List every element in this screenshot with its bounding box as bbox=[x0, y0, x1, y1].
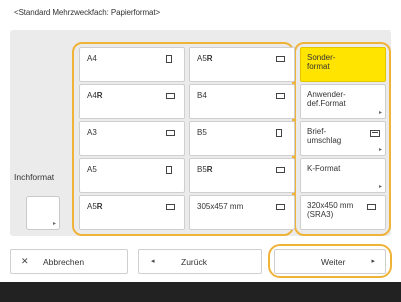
paper-size-label: A5 bbox=[87, 165, 97, 174]
cancel-button[interactable]: ✕ Abbrechen bbox=[10, 249, 128, 274]
special-format-label: Brief- umschlag bbox=[307, 127, 342, 145]
special-format-button[interactable]: K-Format ▸ bbox=[300, 158, 386, 193]
paper-size-label: B5 bbox=[197, 128, 207, 137]
paper-size-button[interactable]: A4 bbox=[79, 47, 185, 82]
paper-size-label: A3 bbox=[87, 128, 97, 137]
next-label: Weiter bbox=[321, 257, 346, 267]
special-format-button[interactable]: Brief- umschlag ▸ bbox=[300, 121, 386, 156]
paper-size-label: A5R bbox=[197, 54, 213, 63]
back-label: Zurück bbox=[181, 257, 207, 267]
page-title: <Standard Mehrzweckfach: Papierformat> bbox=[14, 8, 161, 17]
landscape-page-icon bbox=[166, 130, 175, 136]
back-button[interactable]: ◂ Zurück bbox=[138, 249, 262, 274]
special-format-button[interactable]: 320x450 mm (SRA3) bbox=[300, 195, 386, 230]
paper-size-button[interactable]: B5R bbox=[189, 158, 295, 193]
cancel-label: Abbrechen bbox=[43, 257, 85, 267]
special-format-label: Anwender- def.Format bbox=[307, 90, 346, 108]
envelope-icon bbox=[370, 130, 380, 137]
paper-size-label: 305x457 mm bbox=[197, 202, 244, 211]
paper-size-label: A5R bbox=[87, 202, 103, 211]
paper-size-button[interactable]: B4 bbox=[189, 84, 295, 119]
landscape-page-icon bbox=[276, 204, 285, 210]
status-bar bbox=[0, 282, 401, 302]
arrow-left-icon: ◂ bbox=[151, 258, 155, 265]
paper-size-button[interactable]: A5R bbox=[189, 47, 295, 82]
special-format-label: Sonder- format bbox=[307, 53, 336, 71]
close-icon: ✕ bbox=[21, 256, 29, 266]
portrait-page-icon bbox=[276, 129, 282, 137]
landscape-page-icon bbox=[166, 93, 175, 99]
landscape-page-icon bbox=[367, 204, 376, 210]
portrait-page-icon bbox=[166, 166, 172, 174]
arrow-right-icon: ▸ bbox=[371, 258, 375, 265]
portrait-page-icon bbox=[166, 55, 172, 63]
paper-size-button[interactable]: A5 bbox=[79, 158, 185, 193]
paper-size-label: A4 bbox=[87, 54, 97, 63]
paper-size-label: B5R bbox=[197, 165, 213, 174]
landscape-page-icon bbox=[276, 56, 285, 62]
chevron-right-icon: ▸ bbox=[378, 147, 382, 153]
paper-size-button[interactable]: A5R bbox=[79, 195, 185, 230]
special-format-button[interactable]: Anwender- def.Format ▸ bbox=[300, 84, 386, 119]
paper-size-label: A4R bbox=[87, 91, 103, 100]
landscape-page-icon bbox=[276, 93, 285, 99]
paper-size-button[interactable]: B5 bbox=[189, 121, 295, 156]
landscape-page-icon bbox=[276, 167, 285, 173]
special-format-label: K-Format bbox=[307, 164, 341, 173]
chevron-right-icon: ▸ bbox=[378, 184, 382, 190]
paper-size-button[interactable]: A3 bbox=[79, 121, 185, 156]
special-format-label: 320x450 mm (SRA3) bbox=[307, 201, 354, 219]
chevron-right-icon: ▸ bbox=[378, 110, 382, 116]
inch-format-label: Inchformat bbox=[14, 172, 55, 182]
chevron-right-icon: ▸ bbox=[52, 221, 56, 227]
next-button[interactable]: Weiter ▸ bbox=[274, 249, 386, 274]
special-format-button[interactable]: Sonder- format bbox=[300, 47, 386, 82]
paper-size-label: B4 bbox=[197, 91, 207, 100]
landscape-page-icon bbox=[166, 204, 175, 210]
paper-size-button[interactable]: A4R bbox=[79, 84, 185, 119]
paper-size-button[interactable]: 305x457 mm bbox=[189, 195, 295, 230]
inch-format-button[interactable]: ▸ bbox=[26, 196, 60, 230]
